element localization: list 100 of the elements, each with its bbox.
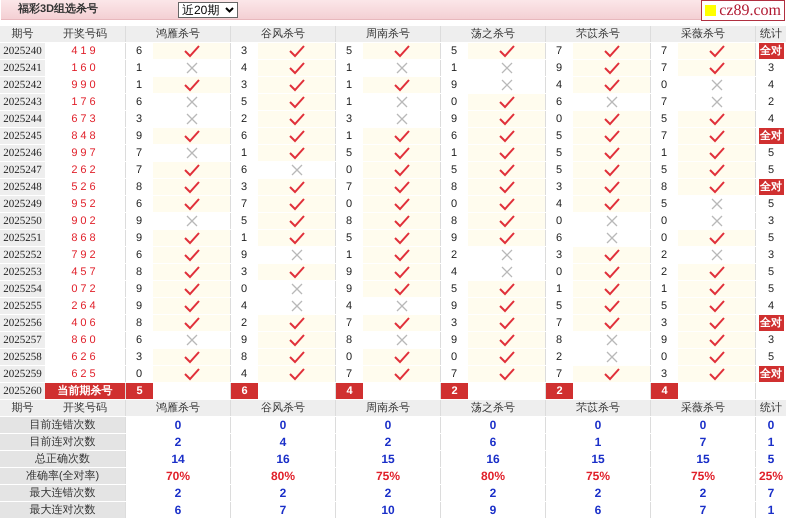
tally-count: 4 bbox=[768, 112, 774, 127]
check-icon bbox=[604, 368, 620, 380]
check-icon bbox=[604, 248, 620, 262]
column-header: 芣苡杀号 bbox=[545, 26, 650, 42]
column-header: 鸿雁杀号 bbox=[125, 400, 230, 416]
issue-cell: 2025245 bbox=[0, 128, 45, 144]
check-icon bbox=[604, 164, 620, 176]
issue-cell: 2025242 bbox=[0, 77, 45, 93]
tally-count: 4 bbox=[768, 298, 774, 314]
stat-value: 80% bbox=[440, 468, 545, 484]
draw-number: 072 bbox=[70, 282, 100, 297]
draw-number: 526 bbox=[70, 180, 100, 195]
period-select[interactable]: 近20期 bbox=[178, 2, 238, 18]
check-icon bbox=[604, 44, 620, 58]
cross-icon bbox=[396, 113, 408, 125]
issue-cell: 2025253 bbox=[0, 264, 45, 280]
check-icon bbox=[288, 316, 304, 330]
check-icon bbox=[708, 232, 724, 244]
issue-cell: 2025243 bbox=[0, 94, 45, 110]
check-icon bbox=[394, 164, 410, 176]
check-icon bbox=[394, 198, 410, 210]
issue-cell: 2025251 bbox=[0, 230, 45, 246]
column-header: 芣苡杀号 bbox=[545, 400, 650, 416]
cross-icon bbox=[710, 79, 722, 91]
check-icon bbox=[184, 316, 200, 330]
all-correct-badge: 全对 bbox=[758, 128, 784, 144]
check-icon bbox=[394, 130, 410, 142]
issue-cell: 2025250 bbox=[0, 213, 45, 229]
tally-count: 5 bbox=[768, 196, 774, 212]
check-icon bbox=[708, 130, 724, 142]
column-header: 开奖号码 bbox=[45, 26, 125, 42]
check-icon bbox=[184, 180, 200, 194]
check-icon bbox=[288, 198, 304, 210]
column-header: 采薇杀号 bbox=[650, 400, 755, 416]
check-icon bbox=[288, 350, 304, 364]
check-icon bbox=[498, 214, 514, 228]
check-icon bbox=[288, 112, 304, 126]
check-icon bbox=[708, 282, 724, 296]
check-icon bbox=[184, 300, 200, 312]
cross-icon bbox=[606, 232, 618, 244]
draw-number: 868 bbox=[70, 230, 100, 246]
check-icon bbox=[498, 180, 514, 194]
check-icon bbox=[184, 130, 200, 142]
issue-cell: 2025260 bbox=[0, 383, 45, 399]
column-header: 开奖号码 bbox=[45, 400, 125, 416]
stat-value: 2 bbox=[335, 434, 440, 450]
draw-number: 848 bbox=[70, 128, 100, 144]
stat-value: 0 bbox=[545, 417, 650, 433]
stat-value: 7 bbox=[650, 434, 755, 450]
cross-icon bbox=[710, 249, 722, 261]
check-icon bbox=[184, 232, 200, 244]
issue-cell: 2025252 bbox=[0, 247, 45, 263]
check-icon bbox=[708, 146, 724, 160]
stat-value: 16 bbox=[440, 451, 545, 467]
check-icon bbox=[498, 316, 514, 330]
column-header: 鸿雁杀号 bbox=[125, 26, 230, 42]
current-kill-number: 5 bbox=[125, 383, 153, 399]
all-correct-badge: 全对 bbox=[758, 179, 784, 195]
check-icon bbox=[604, 78, 620, 92]
check-icon bbox=[498, 368, 514, 380]
stat-value: 75% bbox=[335, 468, 440, 484]
stat-value: 6 bbox=[440, 434, 545, 450]
tally-count: 5 bbox=[768, 264, 774, 280]
check-icon bbox=[394, 266, 410, 278]
cross-icon bbox=[606, 334, 618, 346]
cross-icon bbox=[606, 215, 618, 227]
stat-value: 2 bbox=[125, 434, 230, 450]
check-icon bbox=[288, 44, 304, 58]
stat-value: 75% bbox=[650, 468, 755, 484]
cross-icon bbox=[290, 249, 302, 261]
stat-value: 9 bbox=[440, 502, 545, 518]
draw-number: 860 bbox=[70, 332, 100, 348]
draw-number: 457 bbox=[70, 264, 100, 280]
all-correct-badge: 全对 bbox=[758, 315, 784, 331]
check-icon bbox=[184, 368, 200, 380]
check-icon bbox=[708, 62, 724, 74]
check-icon bbox=[394, 232, 410, 244]
check-icon bbox=[288, 130, 304, 142]
check-icon bbox=[288, 96, 304, 108]
cross-icon bbox=[500, 249, 512, 261]
cross-icon bbox=[606, 351, 618, 363]
cross-icon bbox=[500, 62, 512, 74]
draw-number: 419 bbox=[70, 44, 100, 59]
stat-value: 75% bbox=[545, 468, 650, 484]
check-icon bbox=[604, 130, 620, 142]
column-header: 期号 bbox=[0, 26, 45, 42]
issue-cell: 2025248 bbox=[0, 179, 45, 195]
column-header: 周南杀号 bbox=[335, 26, 440, 42]
draw-number: 625 bbox=[70, 366, 100, 382]
stat-value: 7 bbox=[755, 485, 786, 501]
cross-icon bbox=[710, 96, 722, 108]
column-header: 荡之杀号 bbox=[440, 400, 545, 416]
issue-cell: 2025244 bbox=[0, 111, 45, 127]
check-icon bbox=[394, 248, 410, 262]
check-icon bbox=[288, 266, 304, 278]
check-icon bbox=[604, 316, 620, 330]
stat-value: 10 bbox=[335, 502, 440, 518]
cross-icon bbox=[396, 300, 408, 312]
stat-label: 目前连对次数 bbox=[0, 434, 125, 450]
check-icon bbox=[708, 180, 724, 194]
